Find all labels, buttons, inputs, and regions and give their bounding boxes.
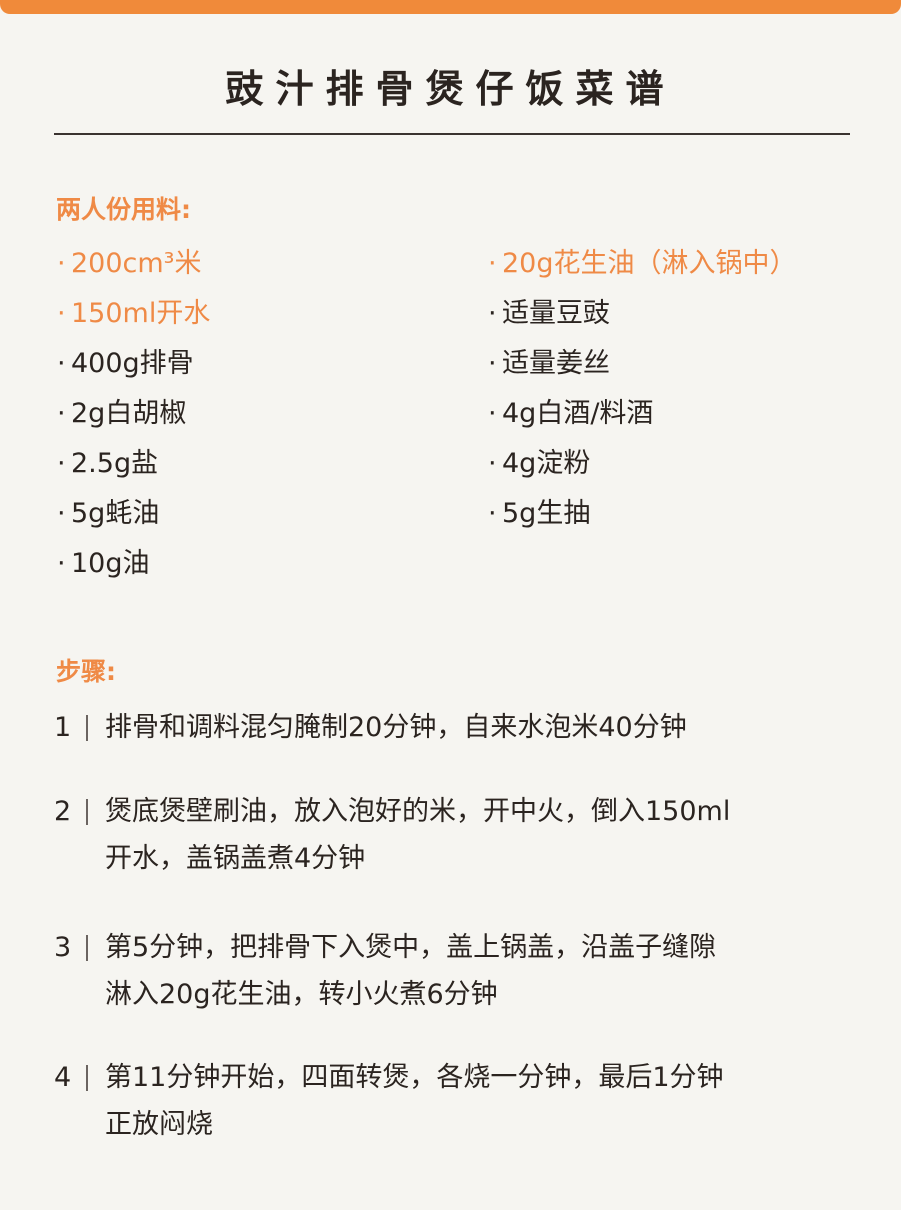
step-number: 4 <box>54 1062 72 1093</box>
bullet-dot: · <box>488 298 497 329</box>
ingredient-item: · 2.5g盐 <box>57 442 210 492</box>
ingredient-item: · 5g蚝油 <box>57 492 210 542</box>
ingredient-item: · 5g生抽 <box>488 492 797 542</box>
bullet-dot: · <box>488 448 497 479</box>
ingredient-text: 5g蚝油 <box>71 498 160 529</box>
bullet-dot: · <box>57 548 66 579</box>
ingredient-item: · 200cm³米 <box>57 242 210 292</box>
ingredient-text: 2g白胡椒 <box>71 398 187 429</box>
bullet-dot: · <box>57 248 66 279</box>
ingredient-text: 4g淀粉 <box>502 448 591 479</box>
bullet-dot: · <box>57 398 66 429</box>
ingredients-left-column: · 200cm³米 · 150ml开水 · 400g排骨 · 2g白胡椒 · 2.5g盐 · 5g蚝油… <box>57 242 210 592</box>
step-item: 4 第11分钟开始，四面转煲，各烧一分钟，最后1分钟 正放闷烧 <box>54 1054 854 1148</box>
bullet-dot: · <box>57 448 66 479</box>
ingredient-item: · 400g排骨 <box>57 342 210 392</box>
step-separator <box>86 1065 88 1091</box>
ingredient-item: · 150ml开水 <box>57 292 210 342</box>
title-divider <box>54 133 850 135</box>
step-number: 2 <box>54 796 72 827</box>
bullet-dot: · <box>57 298 66 329</box>
ingredient-text: 2.5g盐 <box>71 448 159 479</box>
step-separator <box>86 799 88 825</box>
ingredient-text: 20g花生油（淋入锅中） <box>502 248 797 279</box>
ingredients-heading: 两人份用料: <box>56 195 191 224</box>
ingredients-right-column: · 20g花生油（淋入锅中） · 适量豆豉 · 适量姜丝 · 4g白酒/料酒 · 4g淀粉 · 5g生… <box>488 242 797 542</box>
bullet-dot: · <box>488 248 497 279</box>
ingredient-item: · 适量豆豉 <box>488 292 797 342</box>
step-item: 2 煲底煲壁刷油，放入泡好的米，开中火，倒入150ml 开水，盖锅盖煮4分钟 <box>54 788 854 882</box>
step-item: 1 排骨和调料混匀腌制20分钟，自来水泡米40分钟 <box>54 704 854 751</box>
bullet-dot: · <box>57 498 66 529</box>
top-accent-bar <box>0 0 901 14</box>
step-separator <box>86 935 88 961</box>
ingredient-item: · 10g油 <box>57 542 210 592</box>
step-item: 3 第5分钟，把排骨下入煲中，盖上锅盖，沿盖子缝隙 淋入20g花生油，转小火煮6分… <box>54 924 854 1018</box>
ingredient-item: · 4g淀粉 <box>488 442 797 492</box>
ingredient-text: 400g排骨 <box>71 348 194 379</box>
ingredient-item: · 20g花生油（淋入锅中） <box>488 242 797 292</box>
bullet-dot: · <box>488 498 497 529</box>
ingredient-item: · 4g白酒/料酒 <box>488 392 797 442</box>
step-separator <box>86 715 88 741</box>
ingredient-text: 150ml开水 <box>71 298 211 329</box>
bullet-dot: · <box>488 398 497 429</box>
ingredient-text: 5g生抽 <box>502 498 591 529</box>
steps-heading: 步骤: <box>56 657 116 686</box>
ingredient-text: 适量姜丝 <box>502 348 610 379</box>
ingredient-item: · 适量姜丝 <box>488 342 797 392</box>
ingredient-text: 4g白酒/料酒 <box>502 398 654 429</box>
step-text: 第5分钟，把排骨下入煲中，盖上锅盖，沿盖子缝隙 淋入20g花生油，转小火煮6分钟 <box>105 932 717 1010</box>
bullet-dot: · <box>488 348 497 379</box>
step-text: 第11分钟开始，四面转煲，各烧一分钟，最后1分钟 正放闷烧 <box>105 1062 724 1140</box>
step-number: 3 <box>54 932 72 963</box>
ingredient-item: · 2g白胡椒 <box>57 392 210 442</box>
ingredient-text: 10g油 <box>71 548 150 579</box>
ingredient-text: 适量豆豉 <box>502 298 610 329</box>
page-title: 豉汁排骨煲仔饭菜谱 <box>225 67 676 111</box>
step-text: 排骨和调料混匀腌制20分钟，自来水泡米40分钟 <box>105 712 687 743</box>
bullet-dot: · <box>57 348 66 379</box>
step-text: 煲底煲壁刷油，放入泡好的米，开中火，倒入150ml 开水，盖锅盖煮4分钟 <box>105 796 731 874</box>
step-number: 1 <box>54 712 72 743</box>
ingredient-text: 200cm³米 <box>71 248 202 279</box>
